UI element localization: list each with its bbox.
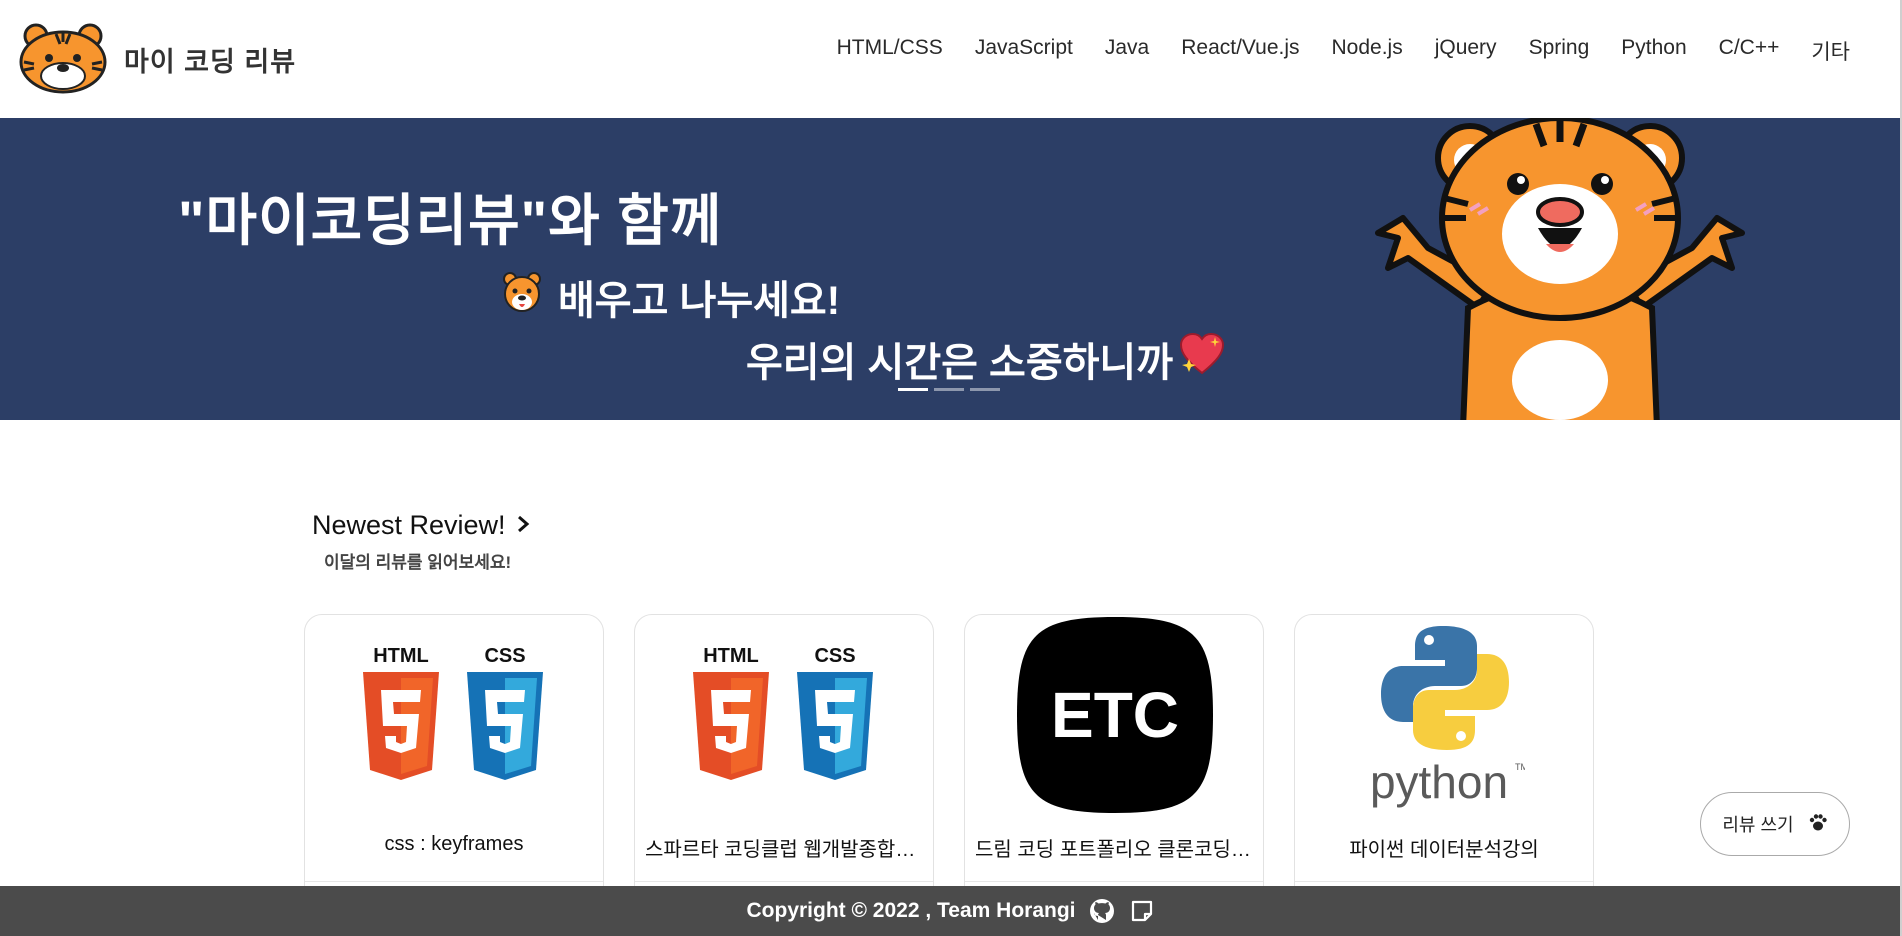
- reviews-title: Newest Review!: [312, 510, 506, 540]
- site-header: 마이 코딩 리뷰 HTML/CSS JavaScript Java React/…: [0, 0, 1902, 118]
- hero-title: "마이코딩리뷰"와 함께: [178, 189, 723, 252]
- slide-dot-1[interactable]: [898, 388, 928, 391]
- python-logo-icon: python TM: [1295, 615, 1593, 815]
- svg-text:TM: TM: [1515, 762, 1525, 772]
- review-card-title: 스파르타 코딩클럽 웹개발종합반...: [645, 839, 923, 861]
- site-footer: Copyright © 2022 , Team Horangi: [0, 886, 1902, 936]
- nav-item-html-css[interactable]: HTML/CSS: [821, 36, 959, 66]
- svg-text:CSS: CSS: [814, 645, 855, 667]
- note-icon[interactable]: [1128, 897, 1156, 925]
- reviews-subtitle: 이달의 리뷰를 읽어보세요!: [324, 553, 512, 572]
- copyright-text: Copyright © 2022 , Team Horangi: [746, 899, 1076, 922]
- slide-dot-2[interactable]: [934, 388, 964, 391]
- html-css-logo-icon: HTML CSS: [635, 615, 933, 815]
- card-divider: [635, 881, 933, 882]
- card-divider: [1295, 881, 1593, 882]
- svg-text:HTML: HTML: [703, 645, 759, 667]
- svg-text:HTML: HTML: [373, 645, 429, 667]
- write-review-label: 리뷰 쓰기: [1722, 815, 1794, 835]
- nav-item-jquery[interactable]: jQuery: [1419, 36, 1513, 66]
- main-nav: HTML/CSS JavaScript Java React/Vue.js No…: [821, 36, 1866, 66]
- review-card-title: 드림 코딩 포트폴리오 클론코딩 ...: [975, 839, 1253, 861]
- hero-line2-text: 배우고 나누세요!: [558, 279, 841, 323]
- nav-item-spring[interactable]: Spring: [1513, 36, 1606, 66]
- nav-item-react-vue[interactable]: React/Vue.js: [1165, 36, 1315, 66]
- nav-item-nodejs[interactable]: Node.js: [1316, 36, 1419, 66]
- paw-icon: [1808, 812, 1828, 837]
- etc-logo-text: ETC: [1051, 679, 1179, 751]
- nav-item-c-cpp[interactable]: C/C++: [1703, 36, 1796, 66]
- tiger-mascot-image: [1368, 118, 1752, 420]
- hero-banner: "마이코딩리뷰"와 함께 배우고 나누세요! 우리의 시간은 소중하니까: [0, 118, 1900, 420]
- nav-item-java[interactable]: Java: [1089, 36, 1165, 66]
- card-divider: [965, 881, 1263, 882]
- python-logo-text: python: [1370, 756, 1508, 808]
- write-review-button[interactable]: 리뷰 쓰기: [1700, 792, 1850, 856]
- nav-item-etc[interactable]: 기타: [1795, 36, 1866, 66]
- hero-line3-text: 우리의 시간은 소중하니까: [746, 341, 1174, 385]
- card-divider: [305, 881, 603, 882]
- tiger-logo-icon[interactable]: [16, 22, 110, 94]
- hero-line-time: 우리의 시간은 소중하니까: [746, 330, 1225, 388]
- slide-indicators: [898, 388, 1000, 391]
- slide-dot-3[interactable]: [970, 388, 1000, 391]
- svg-text:CSS: CSS: [484, 645, 525, 667]
- review-card-title: css : keyframes: [384, 833, 524, 855]
- nav-item-python[interactable]: Python: [1605, 36, 1702, 66]
- etc-logo-icon: ETC: [965, 615, 1263, 815]
- tiger-face-icon: [500, 270, 544, 324]
- chevron-right-icon: [516, 510, 530, 541]
- reviews-section-header: Newest Review!: [312, 510, 530, 541]
- reviews-title-link[interactable]: Newest Review!: [312, 510, 530, 541]
- site-brand[interactable]: 마이 코딩 리뷰: [124, 40, 296, 79]
- review-card-title: 파이썬 데이터분석강의: [1349, 839, 1539, 861]
- html-css-logo-icon: HTML CSS: [305, 615, 603, 815]
- github-icon[interactable]: [1088, 897, 1116, 925]
- nav-item-javascript[interactable]: JavaScript: [959, 36, 1089, 66]
- hero-line-learn: 배우고 나누세요!: [500, 268, 840, 326]
- sparkling-heart-icon: [1179, 332, 1225, 385]
